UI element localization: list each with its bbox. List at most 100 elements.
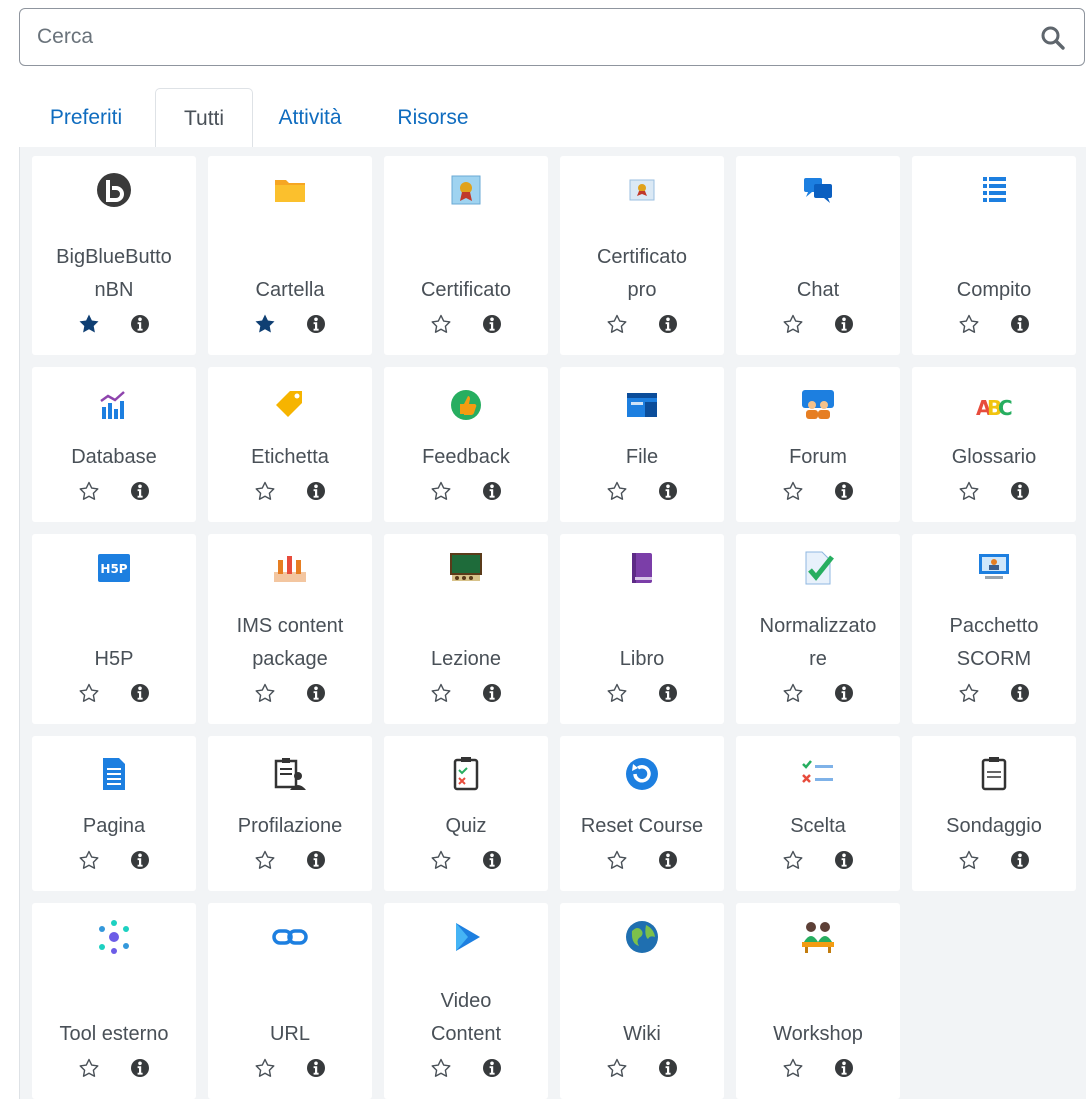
tab-tutti[interactable]: Tutti xyxy=(155,88,253,148)
module-tile-compito[interactable]: Compito xyxy=(912,156,1076,355)
info-icon[interactable] xyxy=(306,850,326,870)
workshop-icon xyxy=(802,922,834,953)
star-outline-icon[interactable] xyxy=(430,313,452,335)
module-tile-profilazione[interactable]: Profilazione xyxy=(208,736,372,891)
star-outline-icon[interactable] xyxy=(606,1057,628,1079)
info-icon[interactable] xyxy=(306,481,326,501)
star-outline-icon[interactable] xyxy=(430,480,452,502)
module-tile-feedback[interactable]: Feedback xyxy=(384,367,548,522)
module-tile-tool-esterno[interactable]: Tool esterno xyxy=(32,903,196,1099)
info-icon[interactable] xyxy=(482,481,502,501)
info-icon[interactable] xyxy=(658,850,678,870)
info-icon[interactable] xyxy=(130,683,150,703)
file-icon xyxy=(627,393,657,417)
star-outline-icon[interactable] xyxy=(606,682,628,704)
star-outline-icon[interactable] xyxy=(430,1057,452,1079)
star-outline-icon[interactable] xyxy=(958,313,980,335)
module-tile-forum[interactable]: Forum xyxy=(736,367,900,522)
search-input[interactable] xyxy=(20,9,997,65)
info-icon[interactable] xyxy=(482,1058,502,1078)
module-name: package xyxy=(252,648,328,670)
info-icon[interactable] xyxy=(482,314,502,334)
module-tile-lezione[interactable]: Lezione xyxy=(384,534,548,724)
module-tile-quiz[interactable]: Quiz xyxy=(384,736,548,891)
star-outline-icon[interactable] xyxy=(430,849,452,871)
tab-risorse[interactable]: Risorse xyxy=(373,88,493,147)
module-tile-normalizzatore[interactable]: Normalizzato re xyxy=(736,534,900,724)
search-icon[interactable] xyxy=(1040,25,1066,51)
module-tile-etichetta[interactable]: Etichetta xyxy=(208,367,372,522)
star-outline-icon[interactable] xyxy=(782,480,804,502)
module-name: Glossario xyxy=(951,446,1037,468)
module-tile-h5p[interactable]: H5P H5P xyxy=(32,534,196,724)
module-tile-pacchetto-scorm[interactable]: Pacchetto SCORM xyxy=(912,534,1076,724)
module-tile-reset-course[interactable]: Reset Course xyxy=(560,736,724,891)
module-name: File xyxy=(625,446,659,468)
star-outline-icon[interactable] xyxy=(782,1057,804,1079)
certificate-icon xyxy=(451,175,481,205)
star-outline-icon[interactable] xyxy=(958,682,980,704)
module-tile-glossario[interactable]: A B C Glossario xyxy=(912,367,1076,522)
star-outline-icon[interactable] xyxy=(606,480,628,502)
star-outline-icon[interactable] xyxy=(78,1057,100,1079)
module-tile-ims-content-package[interactable]: IMS content package xyxy=(208,534,372,724)
info-icon[interactable] xyxy=(834,481,854,501)
info-icon[interactable] xyxy=(658,481,678,501)
module-tile-database[interactable]: Database xyxy=(32,367,196,522)
star-outline-icon[interactable] xyxy=(78,682,100,704)
info-icon[interactable] xyxy=(1010,481,1030,501)
module-tile-certificato-pro[interactable]: Certificato pro xyxy=(560,156,724,355)
info-icon[interactable] xyxy=(482,850,502,870)
module-tile-wiki[interactable]: Wiki xyxy=(560,903,724,1099)
tab-attivita[interactable]: Attività xyxy=(253,88,367,147)
star-outline-icon[interactable] xyxy=(606,849,628,871)
info-icon[interactable] xyxy=(1010,683,1030,703)
info-icon[interactable] xyxy=(658,683,678,703)
info-icon[interactable] xyxy=(834,850,854,870)
star-filled-icon[interactable] xyxy=(254,313,276,335)
info-icon[interactable] xyxy=(834,683,854,703)
star-outline-icon[interactable] xyxy=(254,849,276,871)
module-tile-libro[interactable]: Libro xyxy=(560,534,724,724)
module-tile-certificato[interactable]: Certificato xyxy=(384,156,548,355)
info-icon[interactable] xyxy=(834,314,854,334)
module-tile-bigbluebutto-nbn[interactable]: BigBlueButto nBN xyxy=(32,156,196,355)
info-icon[interactable] xyxy=(1010,850,1030,870)
info-icon[interactable] xyxy=(306,683,326,703)
info-icon[interactable] xyxy=(482,683,502,703)
star-outline-icon[interactable] xyxy=(782,313,804,335)
module-tile-sondaggio[interactable]: Sondaggio xyxy=(912,736,1076,891)
star-outline-icon[interactable] xyxy=(254,682,276,704)
module-tile-workshop[interactable]: Workshop xyxy=(736,903,900,1099)
info-icon[interactable] xyxy=(306,1058,326,1078)
forum-icon xyxy=(802,390,834,419)
module-tile-video-content[interactable]: Video Content xyxy=(384,903,548,1099)
star-outline-icon[interactable] xyxy=(782,682,804,704)
info-icon[interactable] xyxy=(306,314,326,334)
star-outline-icon[interactable] xyxy=(430,682,452,704)
info-icon[interactable] xyxy=(130,1058,150,1078)
star-outline-icon[interactable] xyxy=(254,480,276,502)
star-outline-icon[interactable] xyxy=(78,480,100,502)
star-outline-icon[interactable] xyxy=(958,849,980,871)
star-outline-icon[interactable] xyxy=(78,849,100,871)
info-icon[interactable] xyxy=(130,850,150,870)
module-tile-scelta[interactable]: Scelta xyxy=(736,736,900,891)
module-tile-cartella[interactable]: Cartella xyxy=(208,156,372,355)
module-tile-chat[interactable]: Chat xyxy=(736,156,900,355)
tab-preferiti[interactable]: Preferiti xyxy=(19,88,153,147)
info-icon[interactable] xyxy=(834,1058,854,1078)
star-outline-icon[interactable] xyxy=(782,849,804,871)
module-tile-file[interactable]: File xyxy=(560,367,724,522)
module-tile-pagina[interactable]: Pagina xyxy=(32,736,196,891)
info-icon[interactable] xyxy=(130,481,150,501)
info-icon[interactable] xyxy=(658,314,678,334)
star-filled-icon[interactable] xyxy=(78,313,100,335)
info-icon[interactable] xyxy=(1010,314,1030,334)
module-tile-url[interactable]: URL xyxy=(208,903,372,1099)
star-outline-icon[interactable] xyxy=(254,1057,276,1079)
info-icon[interactable] xyxy=(658,1058,678,1078)
star-outline-icon[interactable] xyxy=(606,313,628,335)
info-icon[interactable] xyxy=(130,314,150,334)
star-outline-icon[interactable] xyxy=(958,480,980,502)
